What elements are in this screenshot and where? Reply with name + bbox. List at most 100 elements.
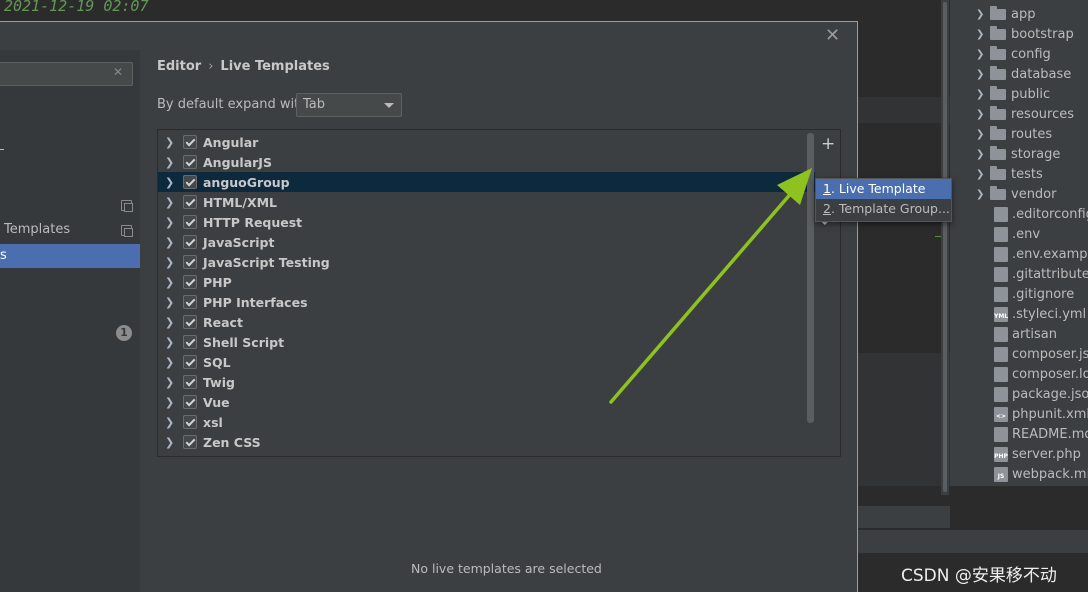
tree-file[interactable]: .env	[950, 224, 1088, 244]
chevron-right-icon[interactable]: ❯	[165, 256, 175, 269]
chevron-right-icon[interactable]: ❯	[976, 49, 990, 60]
tree-file[interactable]: PHP server.php	[950, 444, 1088, 464]
chevron-right-icon[interactable]: ❯	[976, 29, 990, 40]
template-group-row[interactable]: ❯ HTTP Request	[158, 212, 816, 232]
tree-folder[interactable]: ❯ storage	[950, 144, 1088, 164]
chevron-right-icon[interactable]: ❯	[165, 376, 175, 389]
template-group-checkbox[interactable]	[183, 295, 197, 309]
chevron-right-icon[interactable]: ❯	[165, 436, 175, 449]
expand-with-select[interactable]: Tab	[296, 93, 402, 117]
templates-list[interactable]: ❯ Angular ❯ AngularJS ❯ anguoGroup ❯ HTML/XML ❯ H…	[157, 129, 817, 457]
sidebar-item-selected[interactable]: s	[0, 244, 140, 268]
template-group-checkbox[interactable]	[183, 275, 197, 289]
template-group-checkbox[interactable]	[183, 195, 197, 209]
tree-file[interactable]: composer.loc	[950, 364, 1088, 384]
template-group-row[interactable]: ❯ xsl	[158, 412, 816, 432]
chevron-right-icon[interactable]: ❯	[165, 296, 175, 309]
chevron-right-icon[interactable]: ❯	[976, 89, 990, 100]
chevron-right-icon[interactable]: ❯	[165, 216, 175, 229]
template-group-row[interactable]: ❯ Vue	[158, 392, 816, 412]
chevron-right-icon[interactable]: ❯	[165, 136, 175, 149]
template-group-checkbox[interactable]	[183, 335, 197, 349]
tree-file[interactable]: README.md	[950, 424, 1088, 444]
chevron-right-icon[interactable]: ❯	[165, 396, 175, 409]
templates-scrollbar[interactable]	[807, 133, 814, 423]
menu-item-live-template[interactable]: 1. Live Template	[816, 179, 951, 199]
menu-item-mnemonic: 1	[823, 181, 831, 196]
template-group-row[interactable]: ❯ Angular	[158, 132, 816, 152]
chevron-right-icon[interactable]: ❯	[165, 196, 175, 209]
close-icon[interactable]: ✕	[825, 25, 840, 46]
plus-icon[interactable]: +	[821, 134, 835, 154]
template-group-checkbox[interactable]	[183, 315, 197, 329]
chevron-right-icon[interactable]: ❯	[165, 156, 175, 169]
tree-folder[interactable]: ❯ database	[950, 64, 1088, 84]
chevron-right-icon[interactable]: ❯	[165, 416, 175, 429]
chevron-right-icon[interactable]: ❯	[165, 176, 175, 189]
tree-folder[interactable]: ❯ tests	[950, 164, 1088, 184]
tree-file[interactable]: .gitattributes	[950, 264, 1088, 284]
tree-folder[interactable]: ❯ app	[950, 4, 1088, 24]
clear-search-icon[interactable]: ✕	[113, 65, 123, 79]
chevron-right-icon[interactable]: ❯	[165, 236, 175, 249]
tree-file[interactable]: YML .styleci.yml	[950, 304, 1088, 324]
project-scrollbar-thumb[interactable]	[943, 2, 947, 492]
chevron-right-icon[interactable]: ❯	[976, 69, 990, 80]
tree-folder[interactable]: ❯ config	[950, 44, 1088, 64]
template-group-row[interactable]: ❯ React	[158, 312, 816, 332]
settings-dialog: ✕ ✕ Templates s 1 Editor › Live Templates …	[0, 21, 952, 592]
template-group-row[interactable]: ❯ Shell Script	[158, 332, 816, 352]
tree-file[interactable]: artisan	[950, 324, 1088, 344]
tree-folder[interactable]: ❯ public	[950, 84, 1088, 104]
template-group-row[interactable]: ❯ Zen CSS	[158, 432, 816, 452]
sidebar-item-live-templates[interactable]: Templates	[0, 218, 140, 242]
template-group-row[interactable]: ❯ JavaScript	[158, 232, 816, 252]
chevron-right-icon[interactable]: ❯	[976, 9, 990, 20]
template-group-name: Vue	[203, 394, 230, 410]
tree-folder[interactable]: ❯ vendor	[950, 184, 1088, 204]
template-group-checkbox[interactable]	[183, 155, 197, 169]
tree-file[interactable]: .gitignore	[950, 284, 1088, 304]
breadcrumb-parent[interactable]: Editor	[157, 59, 201, 74]
tree-file[interactable]: .editorconfig	[950, 204, 1088, 224]
chevron-right-icon[interactable]: ❯	[165, 336, 175, 349]
tree-folder[interactable]: ❯ bootstrap	[950, 24, 1088, 44]
tree-folder[interactable]: ❯ routes	[950, 124, 1088, 144]
template-group-checkbox[interactable]	[183, 415, 197, 429]
template-group-row[interactable]: ❯ AngularJS	[158, 152, 816, 172]
template-group-row[interactable]: ❯ Twig	[158, 372, 816, 392]
tree-file[interactable]: .env.example	[950, 244, 1088, 264]
template-group-checkbox[interactable]	[183, 435, 197, 449]
breadcrumb-separator: ›	[208, 59, 214, 74]
tree-folder[interactable]: ❯ resources	[950, 104, 1088, 124]
file-icon	[994, 226, 1008, 242]
template-group-row[interactable]: ❯ JavaScript Testing	[158, 252, 816, 272]
tree-file[interactable]: JSwebpack.mix	[950, 464, 1088, 484]
template-group-row[interactable]: ❯ PHP Interfaces	[158, 292, 816, 312]
template-group-checkbox[interactable]	[183, 135, 197, 149]
template-group-checkbox[interactable]	[183, 255, 197, 269]
chevron-right-icon[interactable]: ❯	[165, 356, 175, 369]
settings-sidebar: ✕ Templates s 1	[0, 50, 140, 592]
chevron-right-icon[interactable]: ❯	[976, 189, 990, 200]
tree-file[interactable]: composer.jso	[950, 344, 1088, 364]
chevron-right-icon[interactable]: ❯	[165, 276, 175, 289]
template-group-row[interactable]: ❯ PHP	[158, 272, 816, 292]
template-group-checkbox[interactable]	[183, 355, 197, 369]
template-group-checkbox[interactable]	[183, 175, 197, 189]
template-group-checkbox[interactable]	[183, 375, 197, 389]
tree-file[interactable]: <> phpunit.xml	[950, 404, 1088, 424]
tree-file[interactable]: package.json	[950, 384, 1088, 404]
chevron-right-icon[interactable]: ❯	[976, 109, 990, 120]
template-group-row[interactable]: ❯ anguoGroup	[158, 172, 816, 192]
chevron-right-icon[interactable]: ❯	[976, 149, 990, 160]
chevron-right-icon[interactable]: ❯	[976, 169, 990, 180]
menu-item-template-group[interactable]: 2. Template Group...	[816, 199, 951, 219]
chevron-right-icon[interactable]: ❯	[976, 129, 990, 140]
template-group-checkbox[interactable]	[183, 395, 197, 409]
template-group-row[interactable]: ❯ HTML/XML	[158, 192, 816, 212]
template-group-checkbox[interactable]	[183, 215, 197, 229]
template-group-row[interactable]: ❯ SQL	[158, 352, 816, 372]
chevron-right-icon[interactable]: ❯	[165, 316, 175, 329]
template-group-checkbox[interactable]	[183, 235, 197, 249]
